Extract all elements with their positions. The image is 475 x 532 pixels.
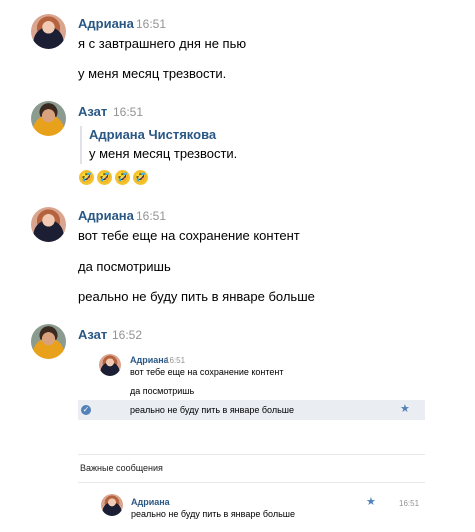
important-author[interactable]: Адриана	[131, 497, 170, 507]
forwarded-avatar[interactable]	[99, 354, 121, 376]
message-time[interactable]: 16:52	[112, 328, 142, 342]
avatar[interactable]	[31, 207, 66, 242]
message-text: вот тебе еще на сохранение контент	[78, 228, 300, 243]
avatar[interactable]	[31, 101, 66, 136]
message-text: я с завтрашнего дня не пью	[78, 36, 247, 51]
divider	[78, 482, 425, 483]
message-author[interactable]: Азат	[78, 327, 107, 342]
star-icon[interactable]: ★	[366, 497, 376, 508]
important-section-title: Важные сообщения	[80, 463, 163, 473]
message-text: да посмотришь	[78, 259, 171, 274]
forwarded-text: реально не буду пить в январе больше	[130, 405, 294, 415]
forwarded-text: вот тебе еще на сохранение контент	[130, 367, 284, 377]
forwarded-text: да посмотришь	[130, 386, 195, 396]
divider	[78, 454, 425, 455]
reply-quote[interactable]	[80, 126, 82, 164]
message-time[interactable]: 16:51	[136, 17, 166, 31]
message-time[interactable]: 16:51	[113, 105, 143, 119]
message-author[interactable]: Адриана	[78, 208, 134, 223]
message-text: реально не буду пить в январе больше	[78, 289, 315, 304]
avatar[interactable]	[31, 324, 66, 359]
star-icon[interactable]: ★	[400, 404, 410, 415]
message-time[interactable]: 16:51	[136, 209, 166, 223]
quote-author[interactable]: Адриана Чистякова	[89, 127, 216, 142]
check-icon[interactable]: ✓	[81, 405, 91, 415]
forwarded-time: 16:51	[165, 356, 186, 365]
message-text: у меня месяц трезвости.	[78, 66, 227, 81]
message-author[interactable]: Азат	[78, 104, 107, 119]
rofl-emoji-icon: 🤣	[115, 170, 130, 185]
important-time: 16:51	[399, 499, 420, 508]
quote-text: у меня месяц трезвости.	[89, 146, 238, 161]
important-avatar[interactable]	[101, 494, 123, 516]
avatar[interactable]	[31, 14, 66, 49]
important-text: реально не буду пить в январе больше	[131, 509, 295, 519]
message-author[interactable]: Адриана	[78, 16, 134, 31]
forwarded-author[interactable]: Адриана	[130, 355, 169, 365]
rofl-emoji-icon: 🤣	[133, 170, 148, 185]
rofl-emoji-icon: 🤣	[97, 170, 112, 185]
rofl-emoji-icon: 🤣	[79, 170, 94, 185]
